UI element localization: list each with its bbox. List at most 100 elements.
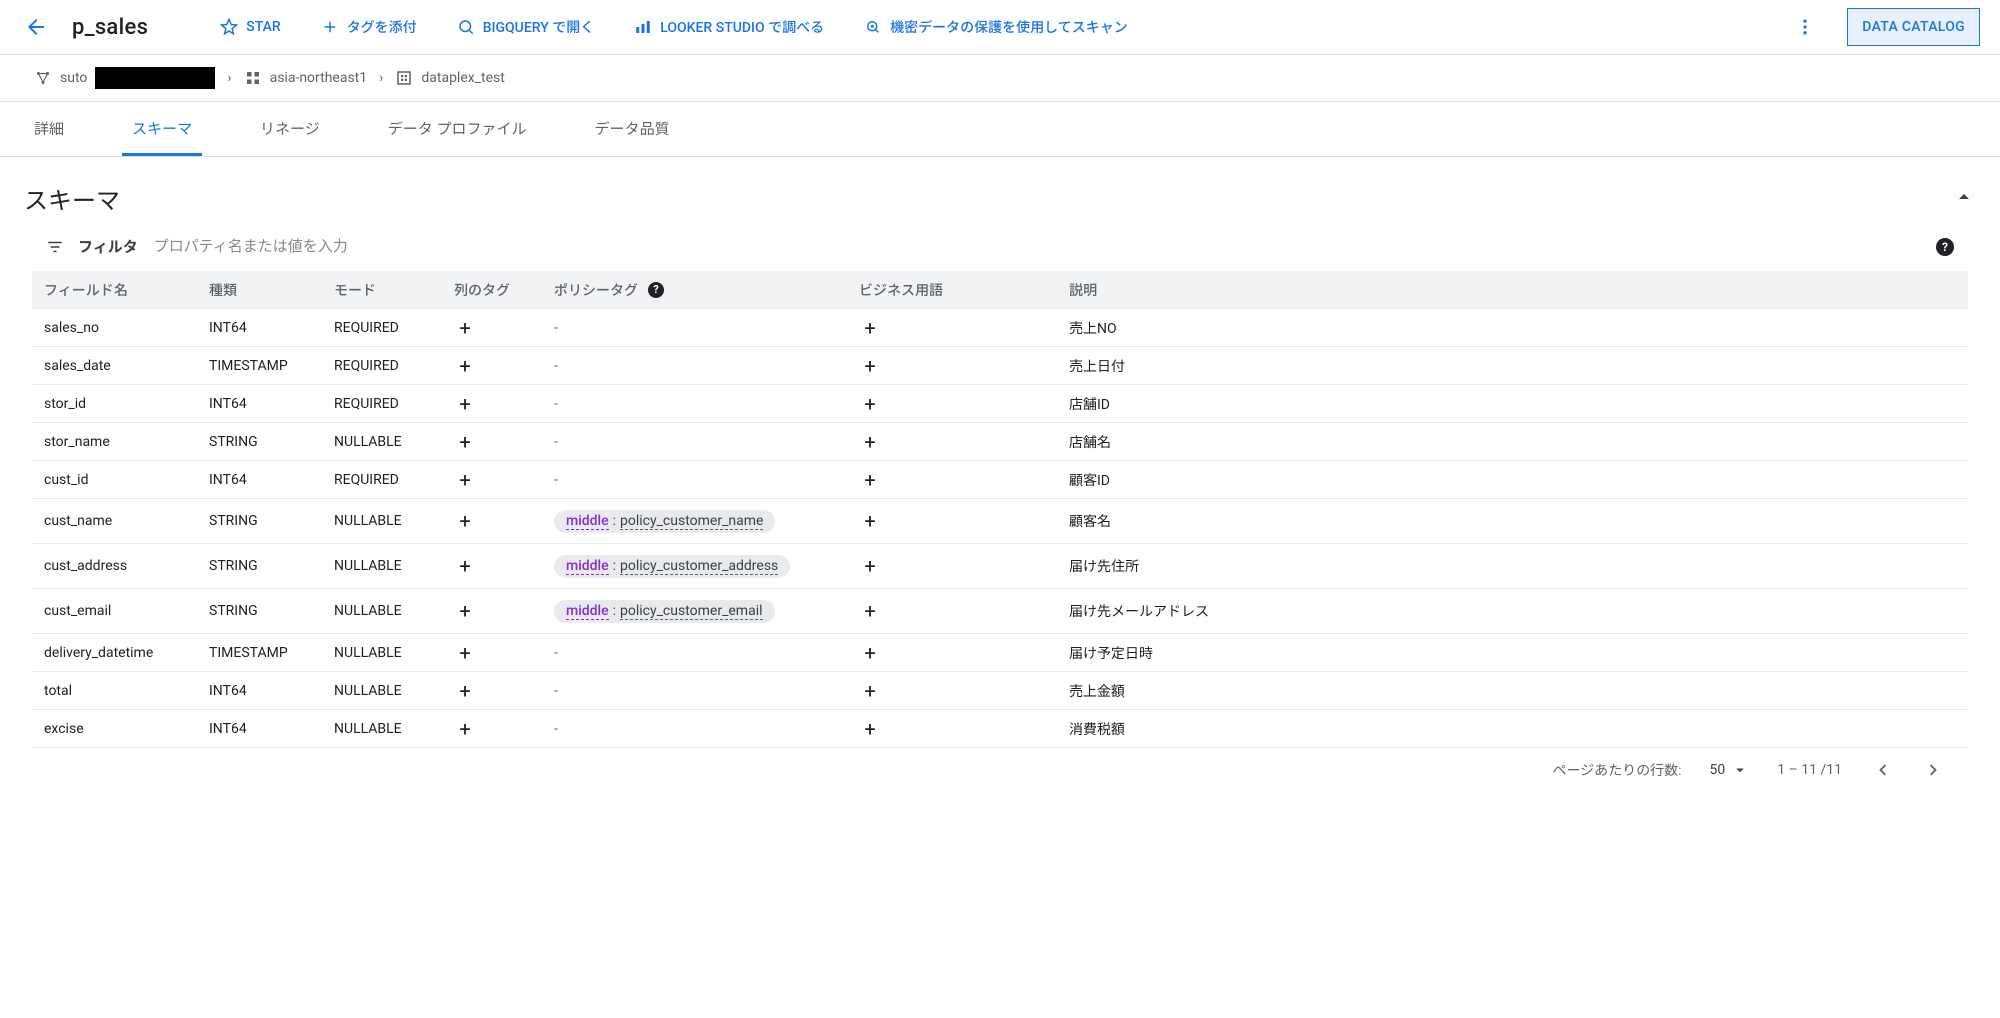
add-column-tag-button[interactable]: + [454, 642, 476, 664]
cell-column-tag: + [454, 355, 554, 377]
breadcrumb-dataset[interactable]: dataplex_test [395, 69, 504, 87]
policy-empty: - [554, 434, 558, 450]
add-business-term-button[interactable]: + [859, 355, 881, 377]
add-column-tag-button[interactable]: + [454, 680, 476, 702]
cell-mode: REQUIRED [334, 472, 454, 488]
breadcrumb-dataset-label: dataplex_test [421, 70, 504, 86]
cell-mode: NULLABLE [334, 434, 454, 450]
tab-data-quality[interactable]: データ品質 [584, 102, 679, 156]
add-business-term-button[interactable]: + [859, 393, 881, 415]
cell-field-name: stor_id [44, 396, 209, 412]
table-row: cust_nameSTRINGNULLABLE+middle : policy_… [32, 499, 1968, 544]
filter-help-button[interactable]: ? [1936, 238, 1954, 256]
next-page-button[interactable] [1922, 758, 1946, 782]
add-business-term-button[interactable]: + [859, 718, 881, 740]
collapse-button[interactable] [1952, 185, 1976, 213]
rows-per-page-value: 50 [1710, 762, 1726, 778]
cell-mode: NULLABLE [334, 513, 454, 529]
add-business-term-button[interactable]: + [859, 642, 881, 664]
cell-column-tag: + [454, 600, 554, 622]
add-column-tag-button[interactable]: + [454, 355, 476, 377]
col-header-type: 種類 [209, 280, 334, 300]
cell-column-tag: + [454, 680, 554, 702]
cell-type: STRING [209, 603, 334, 619]
section-title: スキーマ [24, 181, 120, 216]
prev-page-button[interactable] [1870, 758, 1894, 782]
cell-business-term: + [859, 555, 1069, 577]
table-row: totalINT64NULLABLE+-+売上金額 [32, 672, 1968, 710]
data-catalog-button[interactable]: DATA CATALOG [1847, 8, 1980, 46]
add-tag-button[interactable]: タグを添付 [313, 9, 425, 45]
add-business-term-button[interactable]: + [859, 600, 881, 622]
policy-level: middle [566, 558, 609, 575]
add-tag-label: タグを添付 [347, 17, 417, 37]
back-button[interactable] [24, 15, 48, 39]
add-column-tag-button[interactable]: + [454, 555, 476, 577]
cell-business-term: + [859, 317, 1069, 339]
policy-tag-chip[interactable]: middle : policy_customer_name [554, 510, 775, 533]
arrow-back-icon [24, 15, 48, 39]
filter-input[interactable] [152, 237, 1922, 256]
looker-studio-button[interactable]: LOOKER STUDIO で調べる [626, 9, 832, 45]
breadcrumb-region[interactable]: asia-northeast1 [244, 69, 368, 87]
cell-mode: NULLABLE [334, 603, 454, 619]
chevron-right-icon [1923, 759, 1945, 781]
add-business-term-button[interactable]: + [859, 555, 881, 577]
add-column-tag-button[interactable]: + [454, 317, 476, 339]
add-column-tag-button[interactable]: + [454, 600, 476, 622]
tab-lineage[interactable]: リネージ [250, 102, 330, 156]
policy-name: policy_customer_name [620, 513, 763, 530]
add-column-tag-button[interactable]: + [454, 718, 476, 740]
bigquery-icon [457, 18, 475, 36]
table-row: cust_addressSTRINGNULLABLE+middle : poli… [32, 544, 1968, 589]
star-icon [220, 18, 238, 36]
policy-tag-chip[interactable]: middle : policy_customer_address [554, 555, 790, 578]
scan-sdp-button[interactable]: 機密データの保護を使用してスキャン [856, 9, 1136, 45]
tab-detail[interactable]: 詳細 [24, 102, 74, 156]
table-row: sales_noINT64REQUIRED+-+売上NO [32, 309, 1968, 347]
cell-mode: REQUIRED [334, 358, 454, 374]
cell-business-term: + [859, 510, 1069, 532]
open-bigquery-button[interactable]: BIGQUERY で開く [449, 9, 603, 45]
cell-field-name: cust_id [44, 472, 209, 488]
more-menu-button[interactable] [1787, 9, 1823, 45]
add-business-term-button[interactable]: + [859, 510, 881, 532]
cell-column-tag: + [454, 555, 554, 577]
cell-policy-tag: - [554, 320, 859, 336]
cell-column-tag: + [454, 469, 554, 491]
cell-business-term: + [859, 680, 1069, 702]
add-business-term-button[interactable]: + [859, 469, 881, 491]
scan-sdp-label: 機密データの保護を使用してスキャン [890, 17, 1128, 37]
cell-policy-tag: - [554, 645, 859, 661]
breadcrumb-project[interactable]: suto [34, 67, 215, 89]
cell-description: 店舗名 [1069, 432, 1956, 452]
add-column-tag-button[interactable]: + [454, 469, 476, 491]
breadcrumb-project-prefix: suto [60, 70, 87, 86]
cell-description: 消費税額 [1069, 719, 1956, 739]
add-column-tag-button[interactable]: + [454, 510, 476, 532]
add-business-term-button[interactable]: + [859, 317, 881, 339]
cell-business-term: + [859, 355, 1069, 377]
cell-field-name: cust_email [44, 603, 209, 619]
cell-mode: REQUIRED [334, 320, 454, 336]
cell-business-term: + [859, 469, 1069, 491]
schema-table: フィールド名 種類 モード 列のタグ ポリシータグ ? ビジネス用語 説明 sa… [32, 271, 1968, 748]
cell-business-term: + [859, 393, 1069, 415]
tab-schema[interactable]: スキーマ [122, 102, 202, 156]
policy-tag-chip[interactable]: middle : policy_customer_email [554, 600, 775, 623]
breadcrumb: suto › asia-northeast1 › dataplex_test [0, 55, 2000, 102]
add-column-tag-button[interactable]: + [454, 393, 476, 415]
policy-help-icon[interactable]: ? [648, 282, 664, 298]
policy-empty: - [554, 396, 558, 412]
rows-per-page-select[interactable]: 50 [1710, 761, 1750, 779]
col-header-coltag: 列のタグ [454, 280, 554, 300]
add-business-term-button[interactable]: + [859, 431, 881, 453]
tab-data-profile[interactable]: データ プロファイル [378, 102, 537, 156]
star-button[interactable]: STAR [212, 10, 288, 44]
add-business-term-button[interactable]: + [859, 680, 881, 702]
add-column-tag-button[interactable]: + [454, 431, 476, 453]
chevron-left-icon [1871, 759, 1893, 781]
cell-policy-tag: - [554, 358, 859, 374]
filter-label: フィルタ [78, 236, 138, 257]
policy-level: middle [566, 513, 609, 530]
